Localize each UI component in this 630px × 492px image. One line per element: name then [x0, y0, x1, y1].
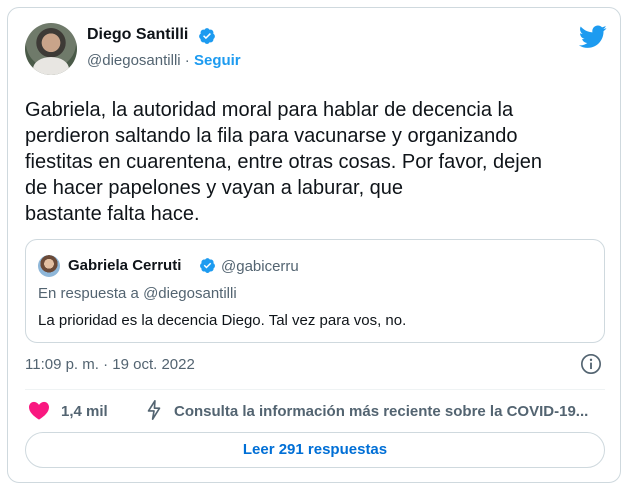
like-count[interactable]: 1,4 mil	[61, 403, 108, 420]
tweet-text-line: perdieron saltando la fila para vacunars…	[25, 125, 518, 147]
verified-badge-icon	[199, 28, 215, 44]
tweet-text-line: de hacer papelones y vayan a laburar, qu…	[25, 177, 404, 199]
quoted-tweet-text: La prioridad es la decencia Diego. Tal v…	[38, 312, 407, 329]
divider	[25, 389, 605, 390]
tweet-timestamp[interactable]: 11:09 p. m. · 19 oct. 2022	[25, 356, 195, 373]
covid-info-link[interactable]: Consulta la información más reciente sob…	[174, 403, 588, 420]
author-handle-row: @diegosantilli · Seguir	[87, 52, 241, 69]
quoted-author-name: Gabriela Cerruti	[68, 257, 182, 274]
author-avatar[interactable]	[25, 23, 77, 75]
tweet-text-line: fiestitas en cuarentena, entre otras cos…	[25, 151, 542, 173]
quoted-author-handle: @gabicerru	[221, 258, 299, 275]
tweet-card: Diego Santilli @diegosantilli · Seguir G…	[7, 7, 621, 483]
tweet-text-line: bastante falta hace.	[25, 203, 200, 225]
info-icon[interactable]	[580, 353, 602, 375]
tweet-text-line: Gabriela, la autoridad moral para hablar…	[25, 99, 514, 121]
follow-button[interactable]: Seguir	[194, 52, 241, 69]
lightning-bolt-icon	[147, 400, 161, 420]
quoted-author-avatar	[38, 255, 60, 277]
verified-badge-icon	[200, 258, 215, 273]
quoted-reply-to: En respuesta a @diegosantilli	[38, 285, 237, 302]
author-name[interactable]: Diego Santilli	[87, 26, 188, 44]
author-handle[interactable]: @diegosantilli	[87, 52, 181, 69]
read-replies-button[interactable]: Leer 291 respuestas	[25, 432, 605, 468]
heart-icon[interactable]	[28, 400, 50, 420]
twitter-bird-icon[interactable]	[579, 25, 607, 49]
quoted-tweet[interactable]: Gabriela Cerruti @gabicerru En respuesta…	[25, 239, 605, 343]
tweet-text: Gabriela, la autoridad moral para hablar…	[25, 97, 605, 227]
separator: ·	[184, 52, 190, 69]
